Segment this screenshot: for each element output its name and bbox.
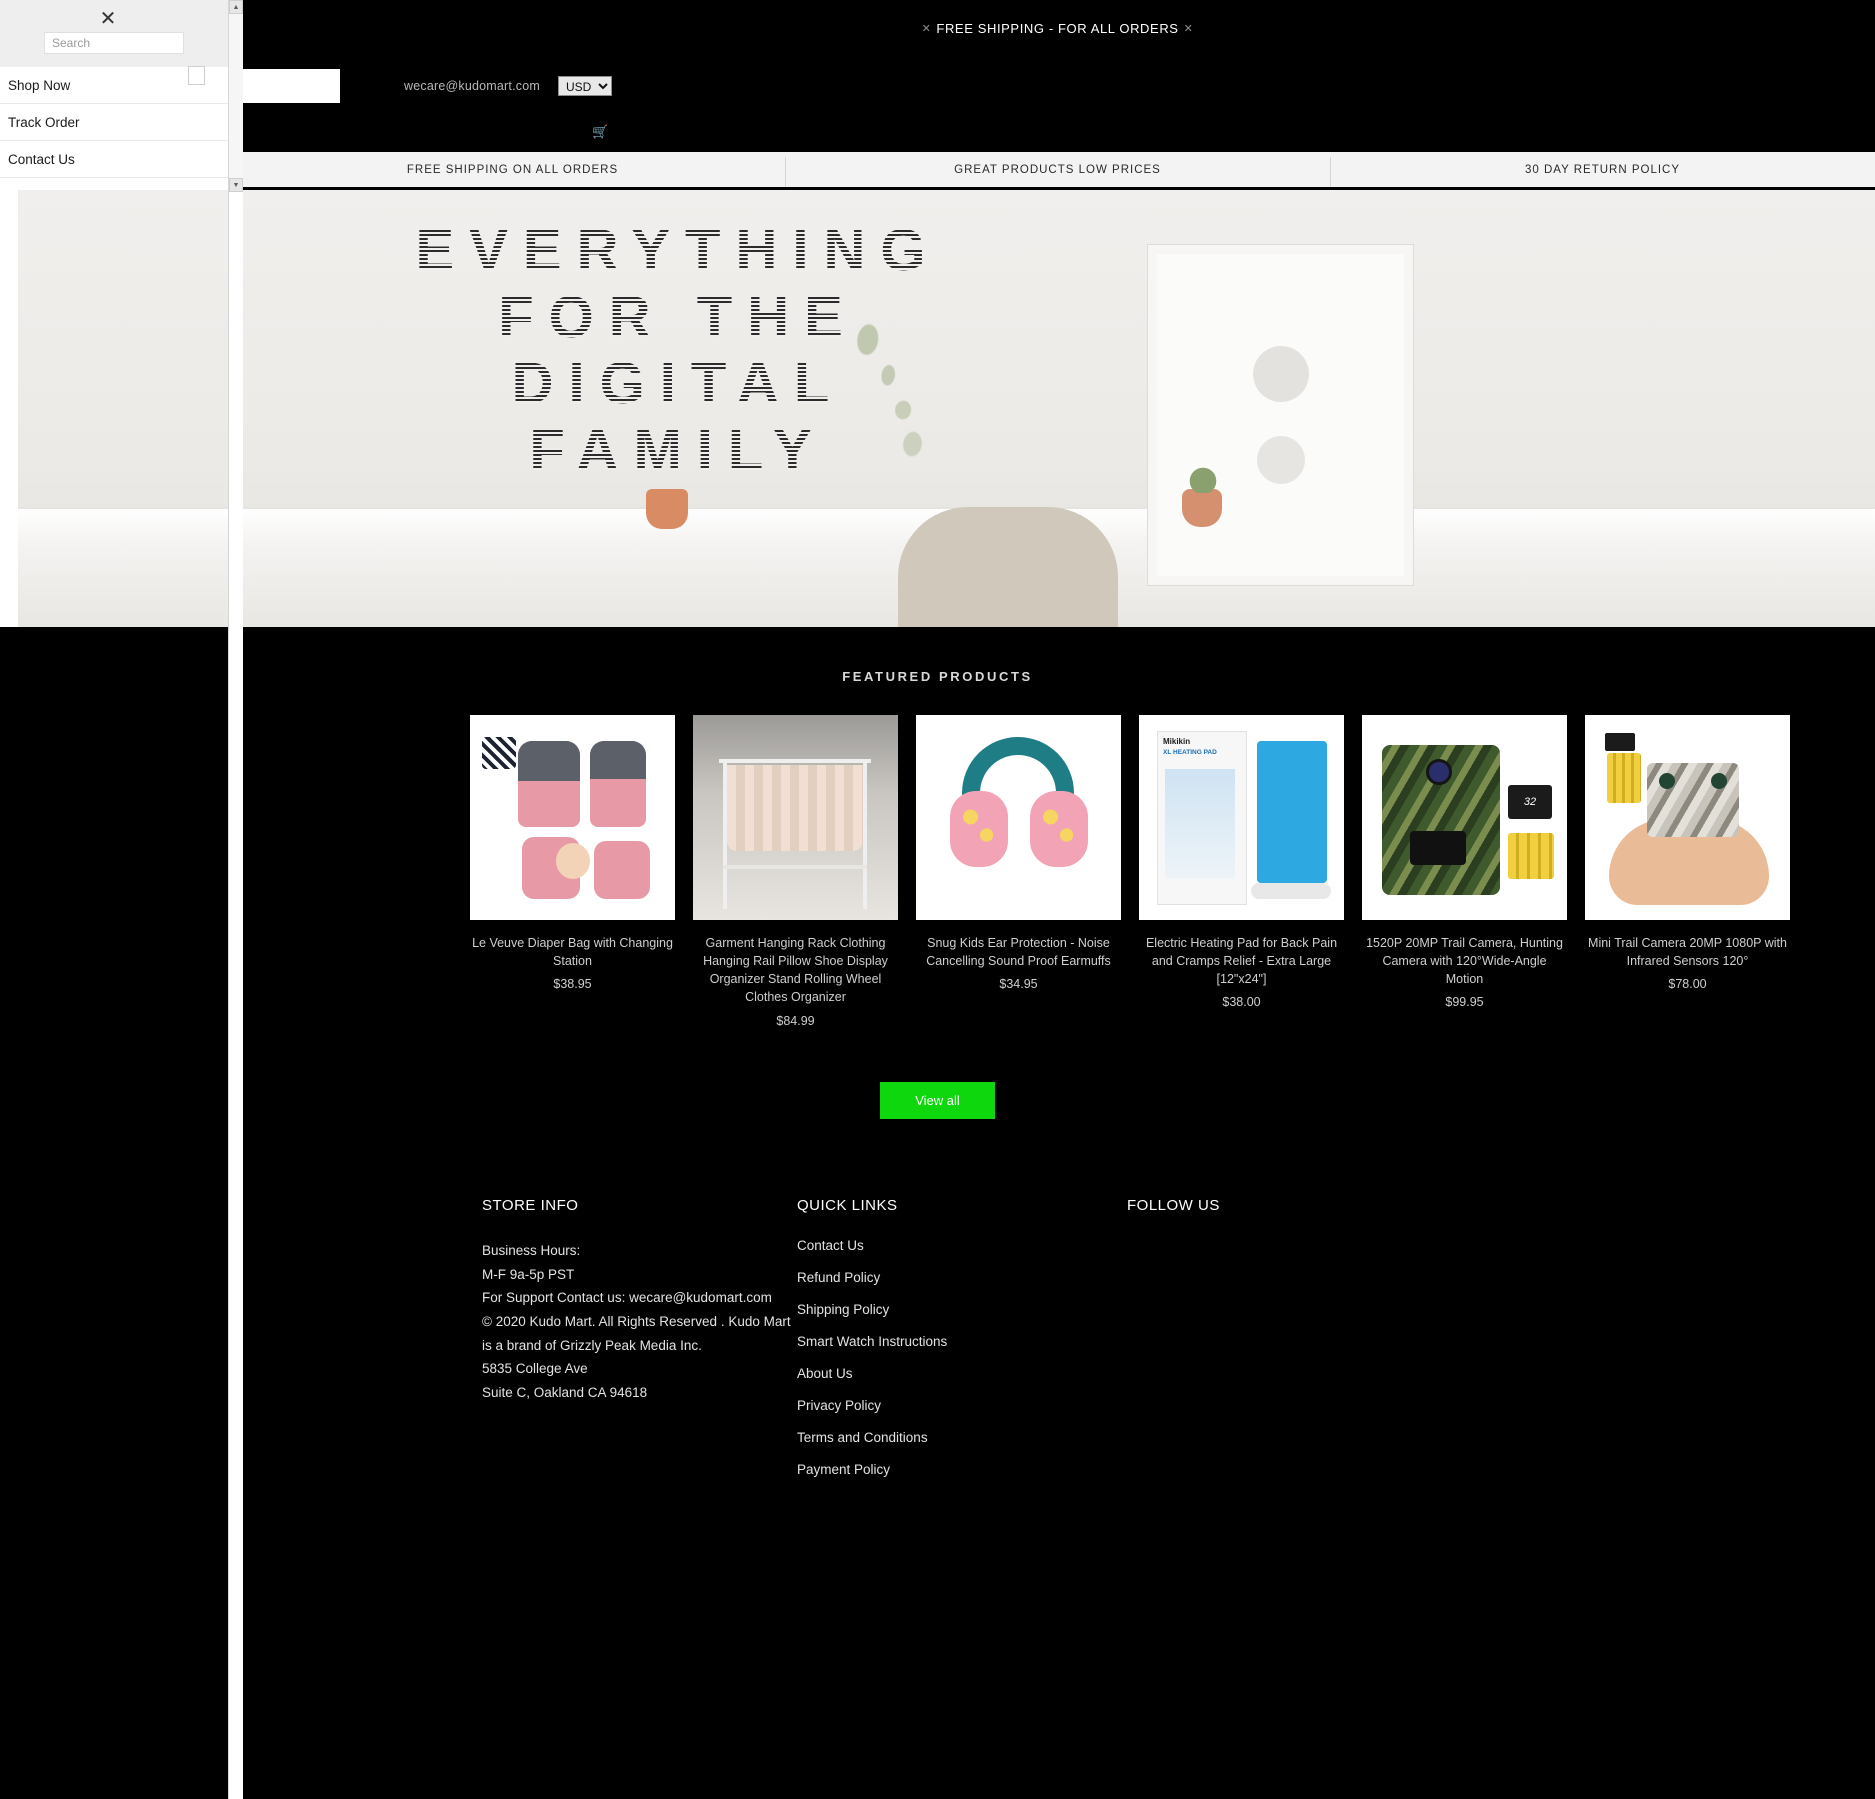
product-price: $38.95 — [553, 977, 592, 992]
product-image-diaper-bag[interactable] — [470, 715, 675, 920]
footer-link-refund-policy[interactable]: Refund Policy — [797, 1271, 962, 1285]
footer-link-about-us[interactable]: About Us — [797, 1367, 962, 1381]
footer-link-terms-and-conditions[interactable]: Terms and Conditions — [797, 1431, 962, 1445]
product-image-garment-rack[interactable] — [693, 715, 898, 920]
hero-line-2: FOR THE — [308, 285, 1048, 352]
value-prop-prices: GREAT PRODUCTS LOW PRICES — [785, 156, 1330, 187]
product-card[interactable]: 32 1520P 20MP Trail Camera, Hunting Came… — [1362, 715, 1567, 1009]
hero-picture-frame-decor — [1148, 245, 1413, 585]
cart-icon[interactable]: 🛒 — [592, 124, 608, 140]
scroll-down-arrow-icon[interactable]: ▼ — [229, 178, 243, 192]
product-title: Electric Heating Pad for Back Pain and C… — [1145, 936, 1338, 987]
announcement-bar: ✕ FREE SHIPPING - FOR ALL ORDERS ✕ — [240, 0, 1875, 56]
page-root: ✕ FREE SHIPPING - FOR ALL ORDERS ✕ wecar… — [0, 0, 1875, 1799]
search-input[interactable] — [44, 32, 184, 54]
site-header: wecare@kudomart.com USD — [240, 56, 1875, 116]
scrollbar-lower-blank — [229, 192, 243, 1799]
featured-products-section: FEATURED PRODUCTS Le Veuve Diaper Bag wi… — [0, 627, 1875, 1152]
header-email[interactable]: wecare@kudomart.com — [404, 79, 540, 93]
product-price: $34.95 — [999, 977, 1038, 992]
product-grid: Le Veuve Diaper Bag with Changing Statio… — [470, 715, 1790, 1028]
product-card[interactable]: Snug Kids Ear Protection - Noise Cancell… — [916, 715, 1121, 991]
hero-banner[interactable]: EVERYTHING FOR THE DIGITAL FAMILY — [18, 190, 1875, 627]
announcement-star-left: ✕ — [921, 22, 932, 35]
product-price: $84.99 — [776, 1013, 815, 1028]
view-all-button[interactable]: View all — [880, 1082, 995, 1119]
hero-line-3: DIGITAL — [308, 351, 1048, 418]
footer-heading-quick-links: QUICK LINKS — [797, 1197, 898, 1214]
hero-vase2-decor — [1182, 489, 1222, 527]
announcement-text: FREE SHIPPING - FOR ALL ORDERS — [936, 20, 1179, 36]
footer-link-smart-watch-instructions[interactable]: Smart Watch Instructions — [797, 1335, 962, 1349]
announcement-star-right: ✕ — [1183, 22, 1194, 35]
product-title: Le Veuve Diaper Bag with Changing Statio… — [472, 936, 673, 969]
featured-products-heading: FEATURED PRODUCTS — [842, 669, 1033, 684]
footer-link-privacy-policy[interactable]: Privacy Policy — [797, 1399, 962, 1413]
header-cart-row: 🛒 — [240, 116, 1875, 152]
hero-plant-decor — [1186, 453, 1220, 493]
footer-link-contact-us[interactable]: Contact Us — [797, 1239, 962, 1253]
drawer-item-track-order[interactable]: Track Order — [0, 104, 228, 141]
footer-store-info-text: Business Hours: M-F 9a-5p PST For Suppor… — [482, 1243, 791, 1400]
site-footer: STORE INFO Business Hours: M-F 9a-5p PST… — [0, 1152, 1875, 1799]
drawer-label-shop-now: Shop Now — [8, 77, 71, 93]
vertical-scrollbar[interactable]: ▲ ▼ — [228, 0, 243, 1799]
value-prop-shipping: FREE SHIPPING ON ALL ORDERS — [406, 163, 619, 176]
product-price: $78.00 — [1668, 977, 1707, 992]
hero-line-1: EVERYTHING — [308, 218, 1048, 285]
footer-column-store-info: STORE INFO Business Hours: M-F 9a-5p PST… — [482, 1197, 797, 1495]
product-price: $38.00 — [1222, 995, 1261, 1010]
footer-heading-store-info: STORE INFO — [482, 1197, 579, 1214]
product-title: 1520P 20MP Trail Camera, Hunting Camera … — [1366, 936, 1563, 987]
drawer-header: ✕ — [0, 0, 228, 67]
product-card[interactable]: Mikikin XL HEATING PAD Electric Heating P… — [1139, 715, 1344, 1009]
currency-select[interactable]: USD — [557, 76, 612, 96]
product-image-trail-camera[interactable]: 32 — [1362, 715, 1567, 920]
product-title: Garment Hanging Rack Clothing Hanging Ra… — [703, 936, 888, 1005]
product-title: Mini Trail Camera 20MP 1080P with Infrar… — [1588, 936, 1787, 969]
product-card[interactable]: Mini Trail Camera 20MP 1080P with Infrar… — [1585, 715, 1790, 991]
product-card[interactable]: Garment Hanging Rack Clothing Hanging Ra… — [693, 715, 898, 1028]
scrollbar-track[interactable] — [229, 14, 243, 178]
footer-column-quick-links: QUICK LINKS Contact Us Refund Policy Shi… — [797, 1197, 962, 1495]
drawer-item-contact-us[interactable]: Contact Us — [0, 141, 228, 178]
footer-heading-follow-us: FOLLOW US — [1127, 1197, 1220, 1214]
close-icon[interactable]: ✕ — [98, 9, 118, 29]
view-all-wrapper: View all — [0, 1082, 1875, 1119]
product-card[interactable]: Le Veuve Diaper Bag with Changing Statio… — [470, 715, 675, 991]
scroll-up-arrow-icon[interactable]: ▲ — [229, 0, 243, 14]
footer-column-follow-us: FOLLOW US — [1127, 1197, 1327, 1495]
hero-line-4: FAMILY — [308, 418, 1048, 485]
hero-vase-decor — [646, 489, 688, 529]
value-prop-bar: FREE SHIPPING ON ALL ORDERS GREAT PRODUC… — [240, 152, 1875, 187]
mobile-menu-drawer: ✕ Shop Now Track Order Contact Us — [0, 0, 228, 180]
drawer-label-track-order: Track Order — [8, 114, 80, 130]
product-image-earmuffs[interactable] — [916, 715, 1121, 920]
footer-link-payment-policy[interactable]: Payment Policy — [797, 1463, 962, 1477]
site-logo[interactable] — [240, 69, 340, 103]
drawer-label-contact-us: Contact Us — [8, 151, 75, 167]
hero-headline: EVERYTHING FOR THE DIGITAL FAMILY — [308, 218, 1048, 485]
value-prop-returns: 30 DAY RETURN POLICY — [1330, 156, 1875, 187]
product-title: Snug Kids Ear Protection - Noise Cancell… — [926, 936, 1111, 969]
product-image-heating-pad[interactable]: Mikikin XL HEATING PAD — [1139, 715, 1344, 920]
product-image-mini-trail-camera[interactable] — [1585, 715, 1790, 920]
footer-columns: STORE INFO Business Hours: M-F 9a-5p PST… — [482, 1197, 1327, 1495]
product-price: $99.95 — [1445, 995, 1484, 1010]
footer-link-shipping-policy[interactable]: Shipping Policy — [797, 1303, 962, 1317]
hero-chair-decor — [898, 507, 1118, 627]
drawer-toggle-square[interactable] — [188, 66, 205, 85]
header-utilities: wecare@kudomart.com USD — [404, 76, 612, 96]
